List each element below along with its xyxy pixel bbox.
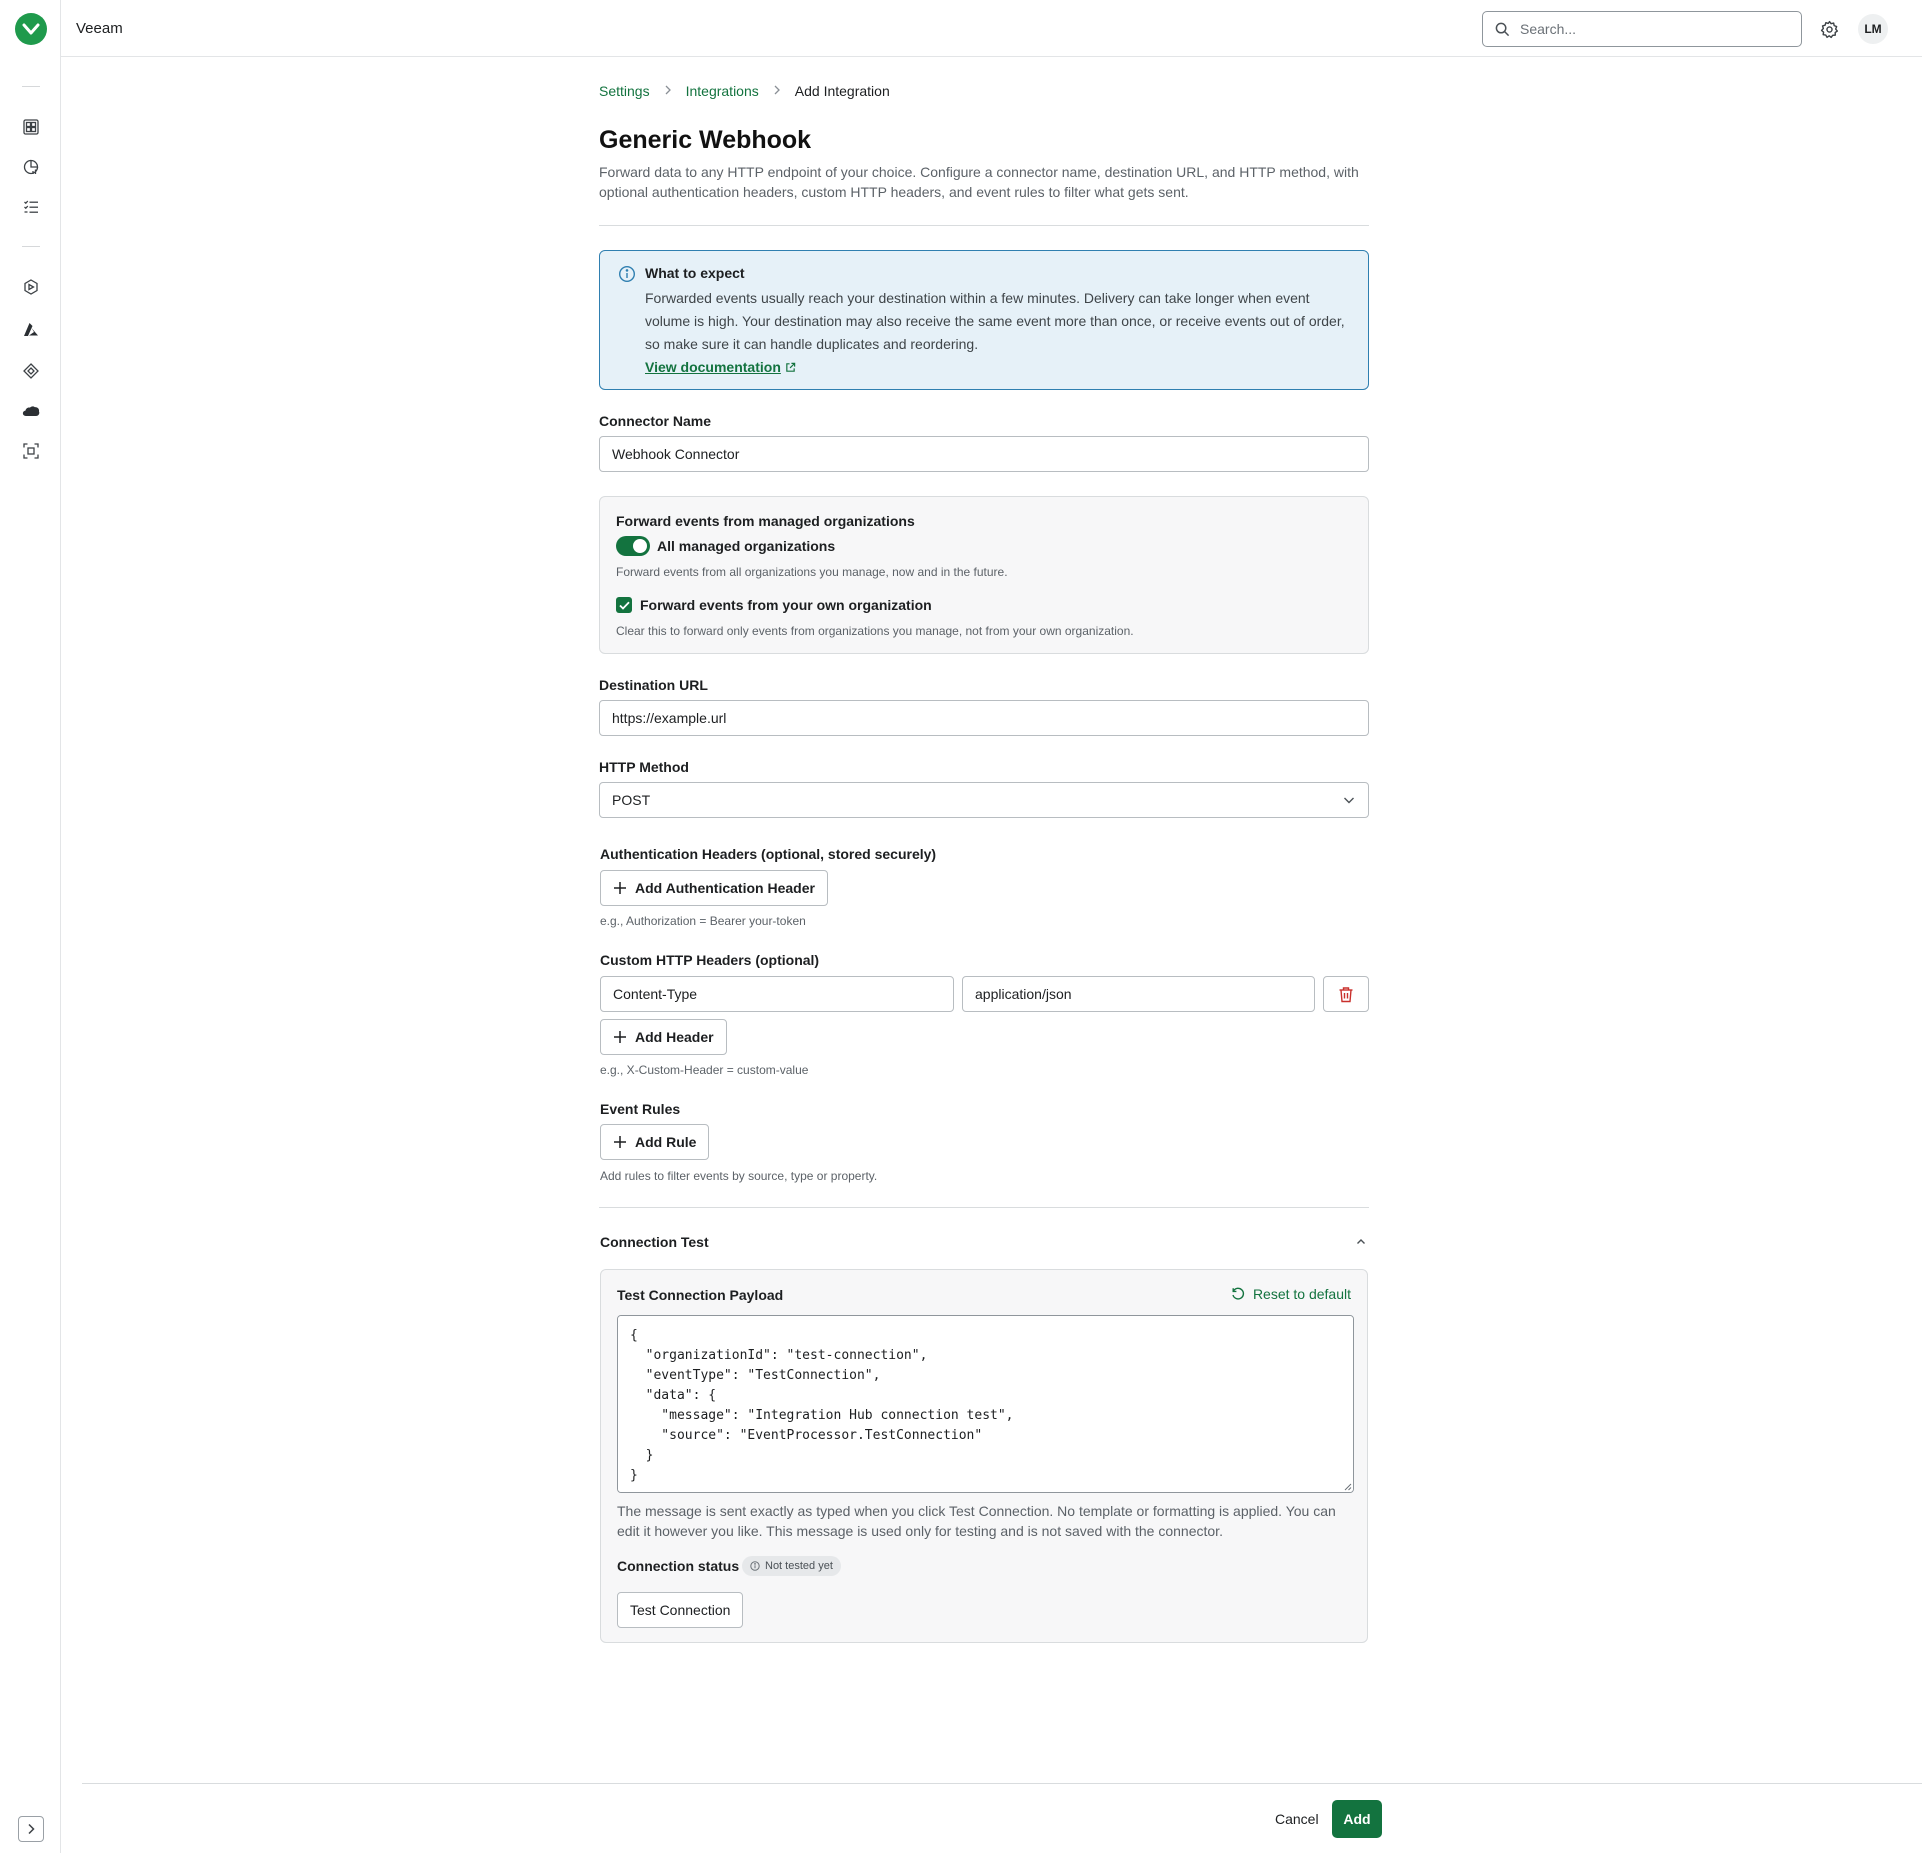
external-link-icon	[786, 362, 796, 372]
test-payload-textarea[interactable]: { "organizationId": "test-connection", "…	[617, 1315, 1354, 1493]
destination-url-input[interactable]	[599, 700, 1369, 736]
http-method-label: HTTP Method	[599, 759, 689, 775]
add-rule-button[interactable]: Add Rule	[600, 1124, 710, 1160]
divider	[599, 225, 1369, 226]
reports-icon[interactable]	[21, 157, 41, 177]
chevron-right-icon	[28, 1823, 35, 1835]
auth-headers-label: Authentication Headers (optional, stored…	[600, 846, 937, 862]
sidebar-divider	[22, 246, 40, 247]
connector-name-label: Connector Name	[599, 413, 712, 429]
all-organizations-hint: Forward events from all organizations yo…	[616, 565, 1008, 579]
plus-icon	[614, 882, 626, 894]
test-payload-label: Test Connection Payload	[617, 1287, 784, 1303]
add-header-label: Add Header	[635, 1029, 714, 1045]
own-organization-hint: Clear this to forward only events from o…	[616, 624, 1134, 638]
connection-test-title: Connection Test	[600, 1234, 709, 1250]
resize-grip-icon[interactable]	[1344, 1483, 1352, 1491]
delete-header-button[interactable]	[1323, 976, 1369, 1012]
breadcrumb: Settings Integrations Add Integration	[599, 83, 890, 99]
info-callout: What to expect Forwarded events usually …	[599, 250, 1369, 390]
avatar[interactable]: LM	[1858, 14, 1888, 44]
info-title: What to expect	[645, 265, 745, 281]
add-button[interactable]: Add	[1332, 1800, 1382, 1838]
custom-header-key-input[interactable]	[600, 976, 954, 1012]
all-organizations-label: All managed organizations	[657, 538, 836, 554]
cancel-button[interactable]: Cancel	[1263, 1800, 1331, 1838]
app-title: Veeam	[76, 20, 123, 37]
custom-header-value-input[interactable]	[962, 976, 1315, 1012]
test-connection-button[interactable]: Test Connection	[617, 1592, 744, 1628]
page-description: Forward data to any HTTP endpoint of you…	[599, 164, 1359, 200]
search-input[interactable]	[1520, 21, 1780, 37]
gear-icon[interactable]	[1818, 18, 1840, 40]
add-authentication-header-button[interactable]: Add Authentication Header	[600, 870, 828, 906]
chevron-right-icon	[664, 84, 672, 98]
veeam-logo-icon[interactable]	[15, 13, 47, 45]
payload-note: The message is sent exactly as typed whe…	[617, 1503, 1336, 1539]
top-bar: Veeam LM	[61, 0, 1922, 57]
add-authentication-header-label: Add Authentication Header	[635, 880, 815, 896]
connection-test-panel: Test Connection Payload Reset to default…	[600, 1269, 1368, 1643]
test-connection-label: Test Connection	[630, 1602, 731, 1618]
chevron-down-icon	[1344, 797, 1354, 804]
breadcrumb-current: Add Integration	[794, 83, 890, 99]
chevron-right-icon	[773, 84, 781, 98]
integration-hub-icon[interactable]	[21, 277, 41, 297]
plus-icon	[614, 1031, 626, 1043]
status-badge-text: Not tested yet	[765, 1560, 833, 1572]
reset-to-default-link[interactable]: Reset to default	[1231, 1286, 1351, 1302]
trash-icon	[1339, 986, 1353, 1002]
event-rules-label: Event Rules	[600, 1101, 681, 1117]
chevron-up-icon[interactable]	[1355, 1237, 1367, 1247]
salesforce-cloud-icon[interactable]	[21, 401, 41, 421]
custom-headers-label: Custom HTTP Headers (optional)	[600, 952, 820, 968]
forwarding-title: Forward events from managed organization…	[616, 513, 915, 529]
breadcrumb-integrations[interactable]: Integrations	[686, 83, 759, 99]
auth-headers-hint: e.g., Authorization = Bearer your-token	[600, 914, 806, 928]
info-icon	[750, 1561, 760, 1571]
diamond-icon[interactable]	[21, 361, 41, 381]
status-badge: Not tested yet	[742, 1556, 841, 1576]
all-organizations-toggle[interactable]	[616, 536, 650, 556]
checkmark-icon	[618, 601, 630, 610]
search-box[interactable]	[1482, 11, 1802, 47]
breadcrumb-settings[interactable]: Settings	[599, 83, 650, 99]
forwarding-panel: Forward events from managed organization…	[599, 496, 1369, 654]
search-icon	[1495, 22, 1510, 36]
sidebar-expand-button[interactable]	[18, 1816, 44, 1842]
view-documentation-link[interactable]: View documentation	[645, 359, 796, 375]
reset-to-default-label: Reset to default	[1252, 1286, 1351, 1302]
info-icon	[618, 265, 636, 283]
connector-name-input[interactable]	[599, 436, 1369, 472]
sidebar-divider	[22, 86, 40, 87]
scan-icon[interactable]	[21, 441, 41, 461]
divider	[599, 1207, 1369, 1208]
http-method-value: POST	[612, 792, 651, 808]
plus-icon	[614, 1136, 626, 1148]
info-text: Forwarded events usually reach your dest…	[645, 290, 1345, 352]
http-method-select[interactable]: POST	[599, 782, 1369, 818]
reset-icon	[1232, 1287, 1245, 1300]
page-title: Generic Webhook	[599, 126, 812, 154]
destination-url-label: Destination URL	[599, 677, 708, 693]
footer-divider	[82, 1783, 1922, 1784]
sidebar	[0, 0, 61, 1853]
dashboard-icon[interactable]	[21, 117, 41, 137]
add-rule-label: Add Rule	[635, 1134, 697, 1150]
connection-status-label: Connection status	[617, 1558, 740, 1574]
event-rules-hint: Add rules to filter events by source, ty…	[600, 1169, 878, 1183]
custom-headers-hint: e.g., X-Custom-Header = custom-value	[600, 1063, 809, 1077]
own-organization-label: Forward events from your own organizatio…	[640, 597, 932, 613]
tasks-list-icon[interactable]	[21, 197, 41, 217]
add-header-button[interactable]: Add Header	[600, 1019, 727, 1055]
azure-icon[interactable]	[21, 320, 41, 340]
own-organization-checkbox[interactable]	[616, 597, 632, 613]
view-documentation-label: View documentation	[645, 359, 781, 375]
